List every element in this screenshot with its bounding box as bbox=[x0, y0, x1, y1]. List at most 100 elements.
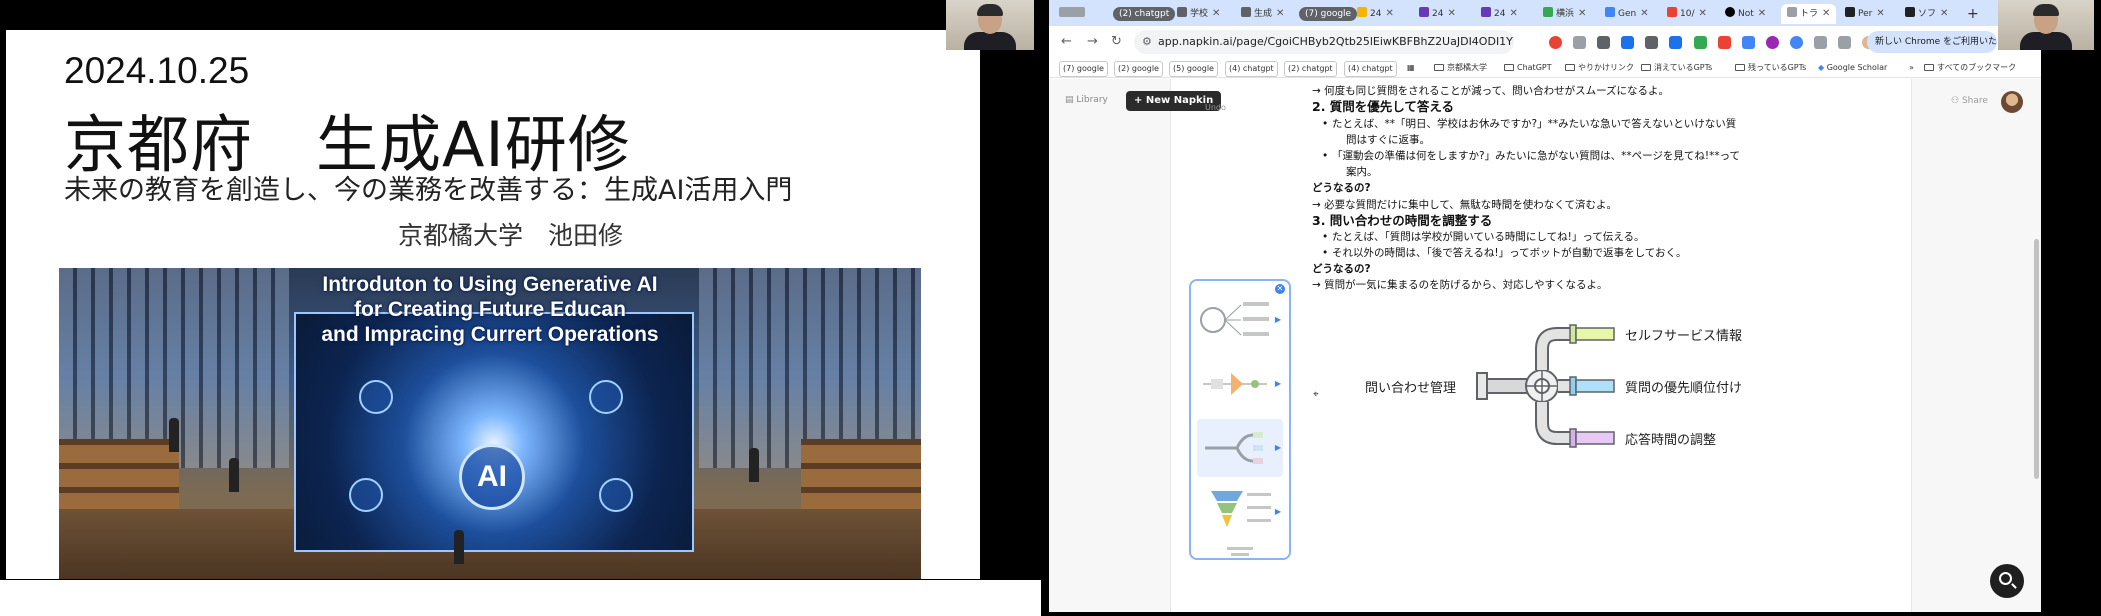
browser-window: (2) chatgpt 学校 ✕ 生成 ✕ (7) google 24 ✕ 24 ✕ 2… bbox=[1049, 0, 2041, 612]
branch-cap-middle bbox=[1569, 376, 1615, 396]
person-figure bbox=[169, 418, 179, 452]
tab[interactable]: Gen ✕ bbox=[1605, 4, 1649, 24]
folder-icon bbox=[1504, 64, 1514, 71]
person-figure bbox=[749, 448, 759, 482]
tab[interactable]: 24 ✕ bbox=[1419, 4, 1456, 24]
more-bookmarks-button[interactable]: » bbox=[1909, 61, 1914, 75]
bookmark-folder[interactable]: 京都橘大学 bbox=[1434, 61, 1487, 75]
tab[interactable]: 24 ✕ bbox=[1357, 4, 1394, 24]
pipe-junction-icon bbox=[1525, 369, 1559, 403]
circuit-node bbox=[599, 478, 633, 512]
diagram-branch-label: 質問の優先順位付け bbox=[1625, 381, 1743, 396]
tab-active[interactable]: トラ ✕ bbox=[1781, 4, 1837, 24]
bookmark-folder[interactable]: 残っているGPTs bbox=[1735, 61, 1806, 75]
extension-icon[interactable] bbox=[1621, 36, 1635, 49]
bookmarks-bar: (7) google (2) google (5) google (4) cha… bbox=[1049, 58, 2041, 78]
forward-icon[interactable]: → bbox=[1087, 34, 1098, 49]
bookmark-item[interactable]: (2) chatgpt bbox=[1284, 61, 1337, 77]
extension-icon[interactable] bbox=[1765, 36, 1779, 49]
tab[interactable]: 10/✕ bbox=[1667, 4, 1707, 24]
extension-icon[interactable] bbox=[1645, 36, 1659, 49]
circuit-node bbox=[359, 380, 393, 414]
bookmark-folder[interactable]: ChatGPT bbox=[1504, 61, 1552, 75]
chrome-update-banner[interactable]: 新しい Chrome をご利用いただけます bbox=[1867, 31, 1997, 53]
tab-group-google[interactable]: (7) google bbox=[1299, 4, 1358, 24]
tab-strip: (2) chatgpt 学校 ✕ 生成 ✕ (7) google 24 ✕ 24 ✕ 2… bbox=[1049, 0, 2041, 26]
reload-icon[interactable]: ↻ bbox=[1111, 34, 1122, 49]
extension-icon[interactable] bbox=[1741, 36, 1755, 49]
search-icon bbox=[1999, 572, 2012, 585]
presentation-slide: 2024.10.25 京都府 生成AI研修 未来の教育を創造し、今の業務を改善す… bbox=[6, 30, 980, 579]
extension-icon[interactable] bbox=[1549, 36, 1562, 49]
root-pipe bbox=[1476, 372, 1528, 400]
browser-toolbar: ← → ↻ ⚙ app.napkin.ai/page/CgoiCHByb2Qtb… bbox=[1049, 26, 2041, 58]
new-tab-button[interactable]: + bbox=[1967, 4, 1979, 24]
site-info-icon[interactable]: ⚙ bbox=[1142, 30, 1152, 54]
extension-icon[interactable] bbox=[1597, 36, 1611, 49]
tab[interactable]: 生成 ✕ bbox=[1241, 4, 1284, 24]
bookmark-item[interactable]: (4) chatgpt bbox=[1344, 61, 1397, 77]
extension-icon[interactable] bbox=[1717, 36, 1731, 49]
extension-icon[interactable] bbox=[1669, 36, 1683, 49]
tab[interactable]: 横浜 ✕ bbox=[1543, 4, 1586, 24]
image-caption-line: Introduton to Using Generative AI bbox=[322, 273, 658, 296]
pipe-diagram bbox=[1476, 324, 1615, 448]
ai-logo: AI bbox=[459, 444, 525, 510]
extension-icon[interactable] bbox=[1573, 36, 1587, 49]
back-icon[interactable]: ← bbox=[1061, 34, 1072, 49]
all-bookmarks-folder[interactable]: すべてのブックマーク bbox=[1924, 61, 2016, 75]
folder-icon bbox=[1434, 64, 1444, 71]
apps-grid-icon[interactable]: ▦ bbox=[1407, 61, 1415, 75]
folder-icon bbox=[1924, 64, 1934, 71]
slide-date: 2024.10.25 bbox=[64, 50, 250, 91]
tab[interactable]: 学校 ✕ bbox=[1177, 4, 1220, 24]
ai-display-screen bbox=[294, 312, 694, 552]
tab-group-chatgpt[interactable]: (2) chatgpt bbox=[1113, 4, 1176, 24]
extension-icon[interactable] bbox=[1814, 36, 1828, 49]
folder-icon bbox=[1565, 64, 1575, 71]
google-scholar-icon: ◆ bbox=[1818, 63, 1825, 72]
circuit-node bbox=[349, 478, 383, 512]
image-caption: Introduton to Using Generative AI for Cr… bbox=[59, 272, 921, 347]
slide-author: 京都橘大学 池田修 bbox=[398, 221, 624, 250]
slide-hero-image: AI Introduton to Using Generative AI for… bbox=[59, 268, 921, 579]
url-text: app.napkin.ai/page/CgoiCHByb2Qtb25lEiwKB… bbox=[1158, 35, 1514, 48]
person-figure bbox=[229, 458, 239, 492]
screen: 2024.10.25 京都府 生成AI研修 未来の教育を創造し、今の業務を改善す… bbox=[0, 0, 2101, 616]
tab[interactable]: ソフ ✕ bbox=[1905, 4, 1948, 24]
extension-icon[interactable] bbox=[1789, 36, 1803, 49]
napkin-app: ▤ Library + New Napkin Undo ⚇ Share → 何度… bbox=[1049, 79, 2041, 612]
slide-subtitle: 未来の教育を創造し、今の業務を改善する：生成AI活用入門 bbox=[64, 175, 793, 206]
webcam-thumbnail bbox=[1998, 0, 2094, 50]
bookmark-folder[interactable]: 消えているGPTs bbox=[1641, 61, 1712, 75]
tab[interactable]: Per ✕ bbox=[1845, 4, 1885, 24]
diagram-branch-label: セルフサービス情報 bbox=[1625, 329, 1743, 344]
presenter-figure bbox=[454, 530, 464, 564]
folder-icon bbox=[1641, 64, 1651, 71]
bookmark-item[interactable]: ◆ Google Scholar bbox=[1818, 61, 1887, 75]
bookmark-item[interactable]: (2) google bbox=[1114, 61, 1163, 77]
image-caption-line: for Creating Future Educan bbox=[354, 298, 626, 321]
search-button[interactable] bbox=[1990, 564, 2024, 598]
tab[interactable]: Not ✕ bbox=[1725, 4, 1766, 24]
bookmark-item[interactable]: (4) chatgpt bbox=[1225, 61, 1278, 77]
diagram-branch-label: 応答時間の調整 bbox=[1625, 433, 1717, 448]
image-caption-line: and Impracing Currert Operations bbox=[321, 323, 659, 346]
diagram-root-label: 問い合わせ管理 bbox=[1365, 381, 1457, 396]
window-menu-icon[interactable] bbox=[1059, 4, 1088, 24]
extension-icon[interactable] bbox=[1838, 36, 1852, 49]
address-bar[interactable]: ⚙ app.napkin.ai/page/CgoiCHByb2Qtb25lEiw… bbox=[1134, 30, 1514, 54]
mouse-cursor-icon: ⌖ bbox=[1313, 389, 1319, 400]
bookmark-item[interactable]: (7) google bbox=[1059, 61, 1108, 77]
circuit-node bbox=[589, 380, 623, 414]
branch-cap-top bbox=[1569, 324, 1615, 344]
branch-cap-bottom bbox=[1569, 428, 1615, 448]
extension-icons bbox=[1549, 34, 1881, 50]
extension-icon[interactable] bbox=[1693, 36, 1707, 49]
folder-icon bbox=[1735, 64, 1745, 71]
bookmark-item[interactable]: (5) google bbox=[1169, 61, 1218, 77]
bottom-strip bbox=[0, 580, 1041, 616]
bookmark-folder[interactable]: やりかけリンク bbox=[1565, 61, 1634, 75]
tab[interactable]: 24 ✕ bbox=[1481, 4, 1518, 24]
webcam-thumbnail bbox=[946, 0, 1034, 50]
